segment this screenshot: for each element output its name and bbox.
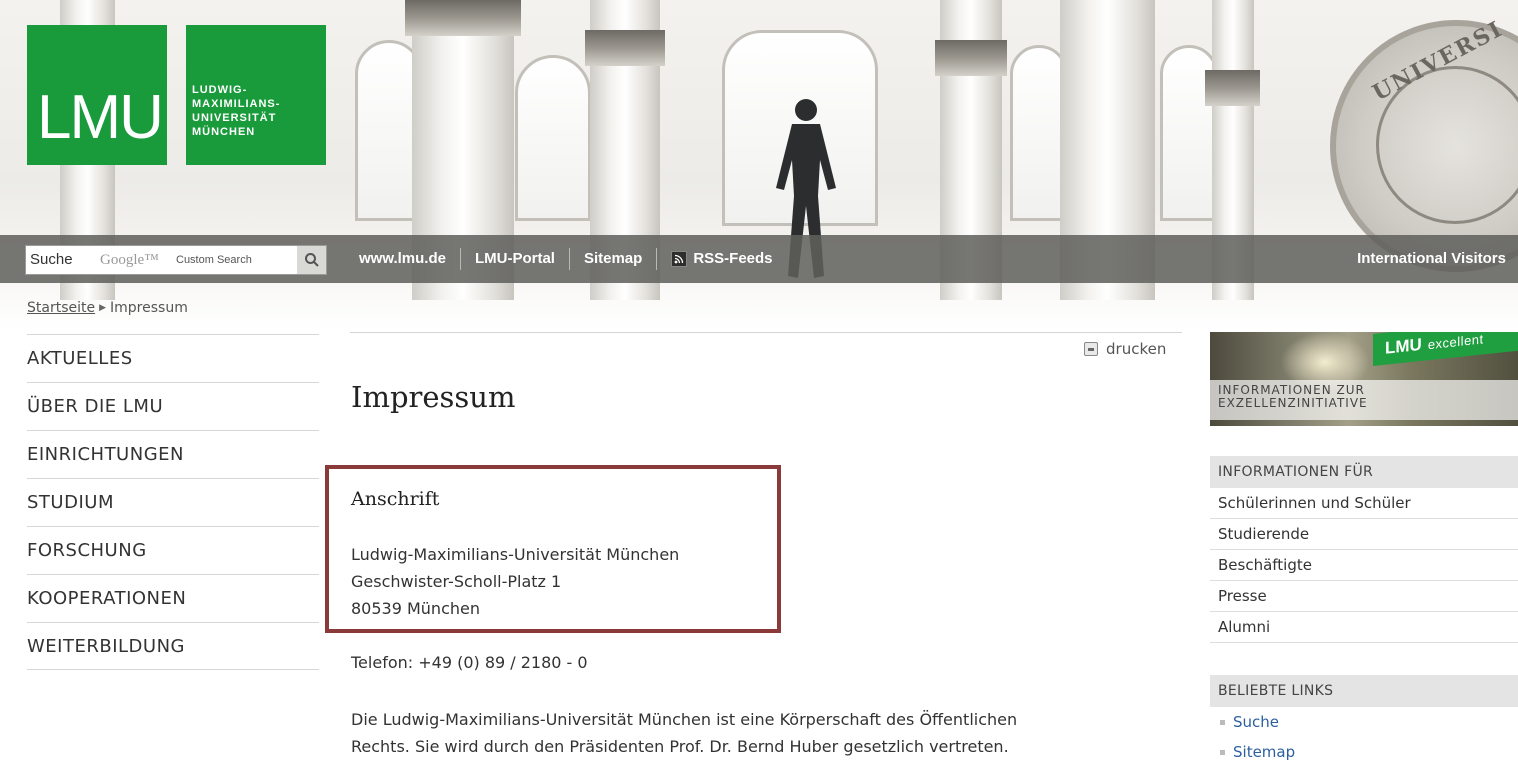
bullet-icon	[1220, 749, 1225, 755]
leftnav-item-weiterbildung[interactable]: WEITERBILDUNG	[27, 622, 319, 670]
excellence-caption: INFORMATIONEN ZUR EXZELLENZINITIATIVE	[1218, 383, 1368, 410]
breadcrumb-home-link[interactable]: Startseite	[27, 300, 95, 316]
search-icon	[304, 253, 319, 267]
address-block: Ludwig-Maximilians-Universität München G…	[351, 541, 679, 622]
international-visitors-link[interactable]: International Visitors	[1357, 235, 1506, 283]
phone-number: Telefon: +49 (0) 89 / 2180 - 0	[351, 653, 588, 672]
info-item-beschaeftigte[interactable]: Beschäftigte	[1210, 550, 1518, 581]
nav-link-label: LMU-Portal	[474, 250, 555, 267]
breadcrumb-separator-icon: ▶	[99, 303, 107, 313]
search-label: Suche	[30, 251, 73, 268]
address-heading: Anschrift	[351, 488, 440, 510]
university-name-logo[interactable]: LUDWIG- MAXIMILIANS- UNIVERSITÄT MÜNCHEN	[186, 25, 326, 165]
breadcrumb-current: Impressum	[110, 300, 188, 316]
print-label: drucken	[1106, 340, 1167, 358]
excellent-word: excellent	[1427, 332, 1484, 352]
breadcrumb: Startseite ▶ Impressum	[27, 300, 188, 316]
info-item-alumni[interactable]: Alumni	[1210, 612, 1518, 643]
leftnav-item-einrichtungen[interactable]: EINRICHTUNGEN	[27, 430, 319, 478]
nav-link-lmu-portal[interactable]: LMU-Portal	[461, 248, 570, 270]
popular-link-label: Sitemap	[1233, 743, 1296, 761]
page-title: Impressum	[351, 380, 516, 414]
info-item-schueler[interactable]: Schülerinnen und Schüler	[1210, 488, 1518, 519]
leftnav-item-ueber-die-lmu[interactable]: ÜBER DIE LMU	[27, 382, 319, 430]
nav-link-rss-feeds[interactable]: RSS-Feeds	[657, 248, 786, 270]
leftnav-item-forschung[interactable]: FORSCHUNG	[27, 526, 319, 574]
top-navbar: Suche Google™ Custom Search www.lmu.de L…	[0, 235, 1518, 283]
nav-link-sitemap[interactable]: Sitemap	[570, 248, 658, 270]
excellent-logo-text: LMU	[1385, 334, 1422, 358]
nav-link-lmu-de[interactable]: www.lmu.de	[345, 248, 461, 270]
address-line: Geschwister-Scholl-Platz 1	[351, 572, 562, 591]
content-divider	[350, 332, 1182, 333]
nav-link-label: www.lmu.de	[359, 250, 446, 267]
leftnav-item-kooperationen[interactable]: KOOPERATIONEN	[27, 574, 319, 622]
search-button[interactable]	[297, 246, 326, 274]
info-for-box: INFORMATIONEN FÜR Schülerinnen und Schül…	[1210, 456, 1518, 643]
top-nav-links: www.lmu.de LMU-Portal Sitemap RSS-Feeds	[345, 235, 787, 283]
info-for-heading: INFORMATIONEN FÜR	[1210, 456, 1518, 488]
legal-line: Rechts. Sie wird durch den Präsidenten P…	[351, 737, 1009, 756]
popular-link-sitemap[interactable]: Sitemap	[1210, 737, 1518, 767]
lmu-excellent-badge: LMU excellent	[1373, 332, 1518, 366]
decor-window	[515, 55, 591, 221]
address-line: Ludwig-Maximilians-Universität München	[351, 545, 680, 564]
popular-link-suche[interactable]: Suche	[1210, 707, 1518, 737]
popular-link-label: Suche	[1233, 713, 1280, 731]
search-input[interactable]	[98, 248, 294, 270]
bullet-icon	[1220, 719, 1225, 725]
print-button[interactable]: drucken	[1084, 340, 1166, 358]
university-name-text: LUDWIG- MAXIMILIANS- UNIVERSITÄT MÜNCHEN	[192, 84, 281, 138]
decor-capital	[585, 30, 665, 66]
decor-capital	[1205, 70, 1260, 106]
excellence-initiative-banner[interactable]: LMU excellent INFORMATIONEN ZUR EXZELLEN…	[1210, 332, 1518, 426]
info-item-presse[interactable]: Presse	[1210, 581, 1518, 612]
popular-links-box: BELIEBTE LINKS Suche Sitemap	[1210, 675, 1518, 767]
left-navigation: AKTUELLES ÜBER DIE LMU EINRICHTUNGEN STU…	[27, 334, 319, 670]
decor-capital	[935, 40, 1007, 76]
decor-capital	[405, 0, 521, 36]
header-banner: UNIVERSI LMU LUDWIG- MAXIMILIANS- UNIVER…	[0, 0, 1518, 330]
rss-icon	[671, 251, 688, 267]
popular-links-heading: BELIEBTE LINKS	[1210, 675, 1518, 707]
legal-line: Die Ludwig-Maximilians-Universität Münch…	[351, 710, 1018, 729]
legal-text: Die Ludwig-Maximilians-Universität Münch…	[351, 706, 1171, 760]
nav-link-label: RSS-Feeds	[693, 250, 773, 267]
print-icon	[1084, 342, 1098, 356]
lmu-logo-text: LMU	[37, 83, 164, 152]
nav-link-label: Sitemap	[583, 250, 643, 267]
info-item-studierende[interactable]: Studierende	[1210, 519, 1518, 550]
leftnav-item-aktuelles[interactable]: AKTUELLES	[27, 334, 319, 382]
address-line: 80539 München	[351, 599, 480, 618]
search-box: Suche Google™ Custom Search	[25, 245, 327, 275]
lmu-logo[interactable]: LMU	[27, 25, 167, 165]
leftnav-item-studium[interactable]: STUDIUM	[27, 478, 319, 526]
